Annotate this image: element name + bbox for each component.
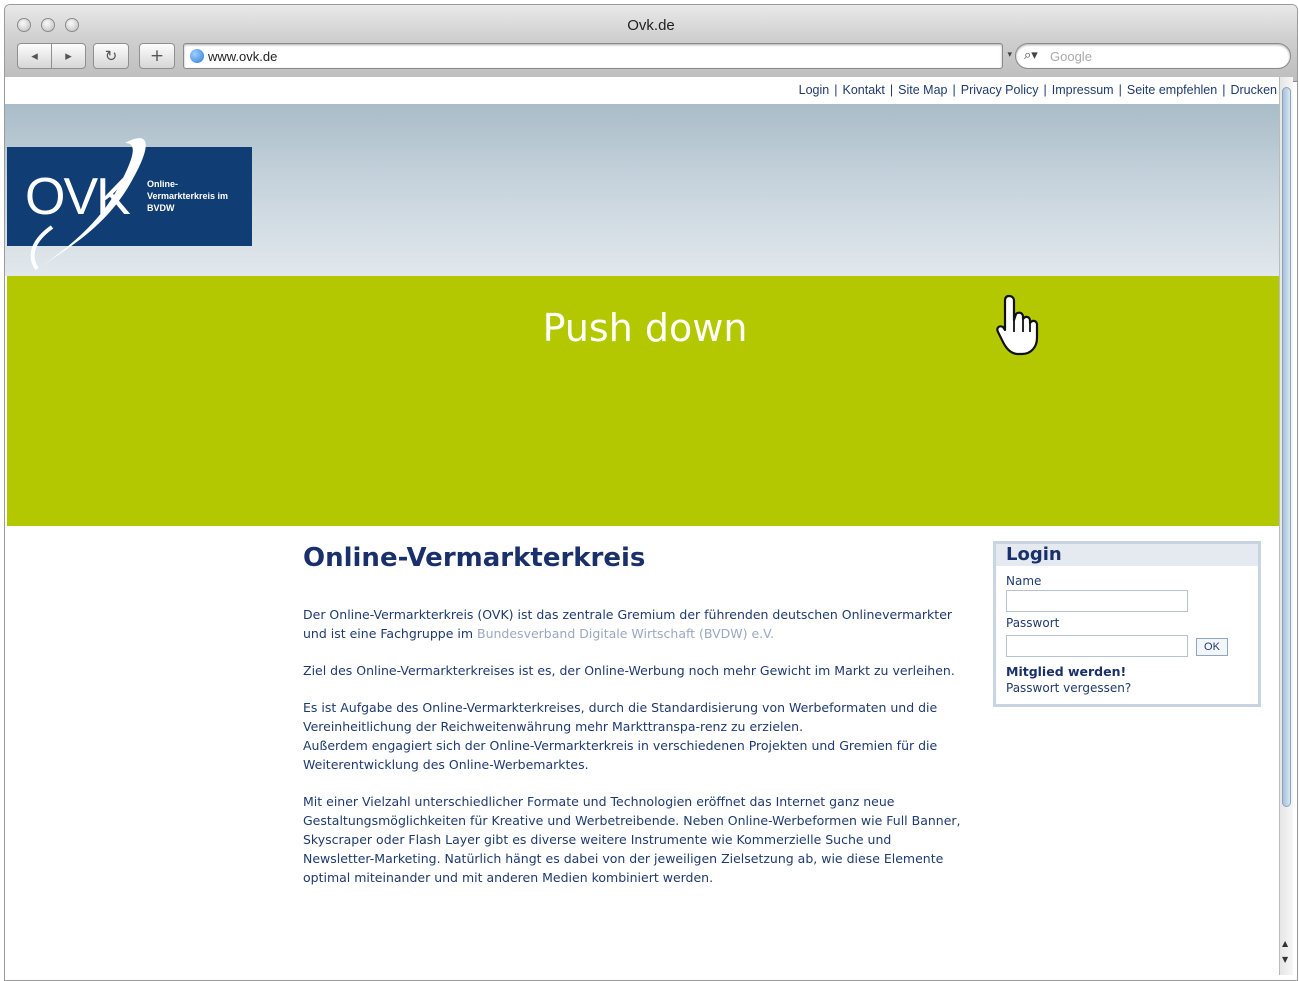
top-link-sitemap[interactable]: Site Map <box>898 83 947 97</box>
url-dropdown-icon[interactable]: ▾ <box>1007 50 1012 60</box>
scrollbar-thumb[interactable] <box>1282 87 1291 807</box>
forward-arrow-icon: ▸ <box>65 48 72 64</box>
search-field[interactable]: ⌕▾ Google <box>1015 43 1291 69</box>
web-page: Login | Kontakt | Site Map | Privacy Policy | Im… <box>5 77 1283 975</box>
link-separator: | <box>889 83 894 97</box>
link-separator: | <box>1222 83 1226 97</box>
site-header: OVK Online-Vermarkterkreis im BVDW <box>5 104 1283 276</box>
intro-paragraph: Der Online-Vermarkterkreis (OVK) ist das… <box>303 605 963 643</box>
scroll-up-icon[interactable]: ▲ <box>1282 939 1288 948</box>
main-content: Online-Vermarkterkreis Der Online-Vermar… <box>303 543 963 905</box>
top-link-login[interactable]: Login <box>799 83 830 97</box>
page-title: Online-Vermarkterkreis <box>303 543 646 573</box>
forgot-password-link[interactable]: Passwort vergessen? <box>1006 681 1131 695</box>
hand-cursor-icon <box>996 294 1039 356</box>
window-title: Ovk.de <box>627 17 675 34</box>
logo-wordmark: OVK <box>25 168 131 226</box>
top-link-recommend[interactable]: Seite empfehlen <box>1127 83 1217 97</box>
back-arrow-icon: ◂ <box>31 48 38 64</box>
formats-paragraph: Mit einer Vielzahl unterschiedlicher For… <box>303 794 961 885</box>
password-input[interactable] <box>1006 635 1188 657</box>
link-separator: | <box>834 83 838 97</box>
top-nav-links: Login | Kontakt | Site Map | Privacy Policy | Im… <box>799 83 1277 97</box>
plus-icon: + <box>149 46 165 66</box>
globe-icon <box>190 49 204 63</box>
task-paragraph: Es ist Aufgabe des Online-Vermarkterkrei… <box>303 700 938 734</box>
login-title: Login <box>996 544 1258 566</box>
top-link-impressum[interactable]: Impressum <box>1052 83 1114 97</box>
name-input[interactable] <box>1006 590 1188 612</box>
reload-button[interactable]: ↻ <box>93 43 129 69</box>
top-link-privacy[interactable]: Privacy Policy <box>961 83 1039 97</box>
link-separator: | <box>952 83 956 97</box>
reload-icon: ↻ <box>104 47 118 65</box>
pushdown-label: Push down <box>542 306 748 350</box>
back-button[interactable]: ◂ <box>17 43 52 69</box>
logo-subtitle: Online-Vermarkterkreis im BVDW <box>147 179 229 213</box>
bvdw-link[interactable]: Bundesverband Digitale Wirtschaft (BVDW)… <box>477 626 774 641</box>
goal-paragraph: Ziel des Online-Vermarkterkreises ist es… <box>303 663 955 678</box>
link-separator: | <box>1118 83 1122 97</box>
search-placeholder: Google <box>1050 49 1092 64</box>
name-label: Name <box>1006 574 1042 588</box>
login-ok-button[interactable]: OK <box>1196 638 1228 656</box>
url-text: www.ovk.de <box>208 49 278 64</box>
top-link-kontakt[interactable]: Kontakt <box>843 83 885 97</box>
pushdown-ad-banner[interactable]: Push down <box>7 276 1283 526</box>
browser-toolbar: Ovk.de ◂ ▸ ↻ + www.ovk.de ▾ ⌕▾ Google <box>5 5 1297 82</box>
ovk-logo[interactable]: OVK Online-Vermarkterkreis im BVDW <box>7 138 252 271</box>
vertical-scrollbar[interactable]: ▲ ▼ <box>1279 77 1293 975</box>
magnifier-icon: ⌕▾ <box>1024 48 1038 63</box>
address-bar[interactable]: www.ovk.de ▾ <box>183 43 1012 69</box>
scroll-down-icon[interactable]: ▼ <box>1282 955 1288 964</box>
engagement-paragraph: Außerdem engagiert sich der Online-Verma… <box>303 738 938 772</box>
add-bookmark-button[interactable]: + <box>139 43 175 69</box>
link-separator: | <box>1043 83 1047 97</box>
login-box: Login Name Passwort OK Mitglied werden! … <box>993 541 1261 707</box>
top-link-print[interactable]: Drucken <box>1230 83 1277 97</box>
forward-button[interactable]: ▸ <box>51 43 86 69</box>
password-label: Passwort <box>1006 616 1060 630</box>
become-member-link[interactable]: Mitglied werden! <box>1006 664 1126 679</box>
